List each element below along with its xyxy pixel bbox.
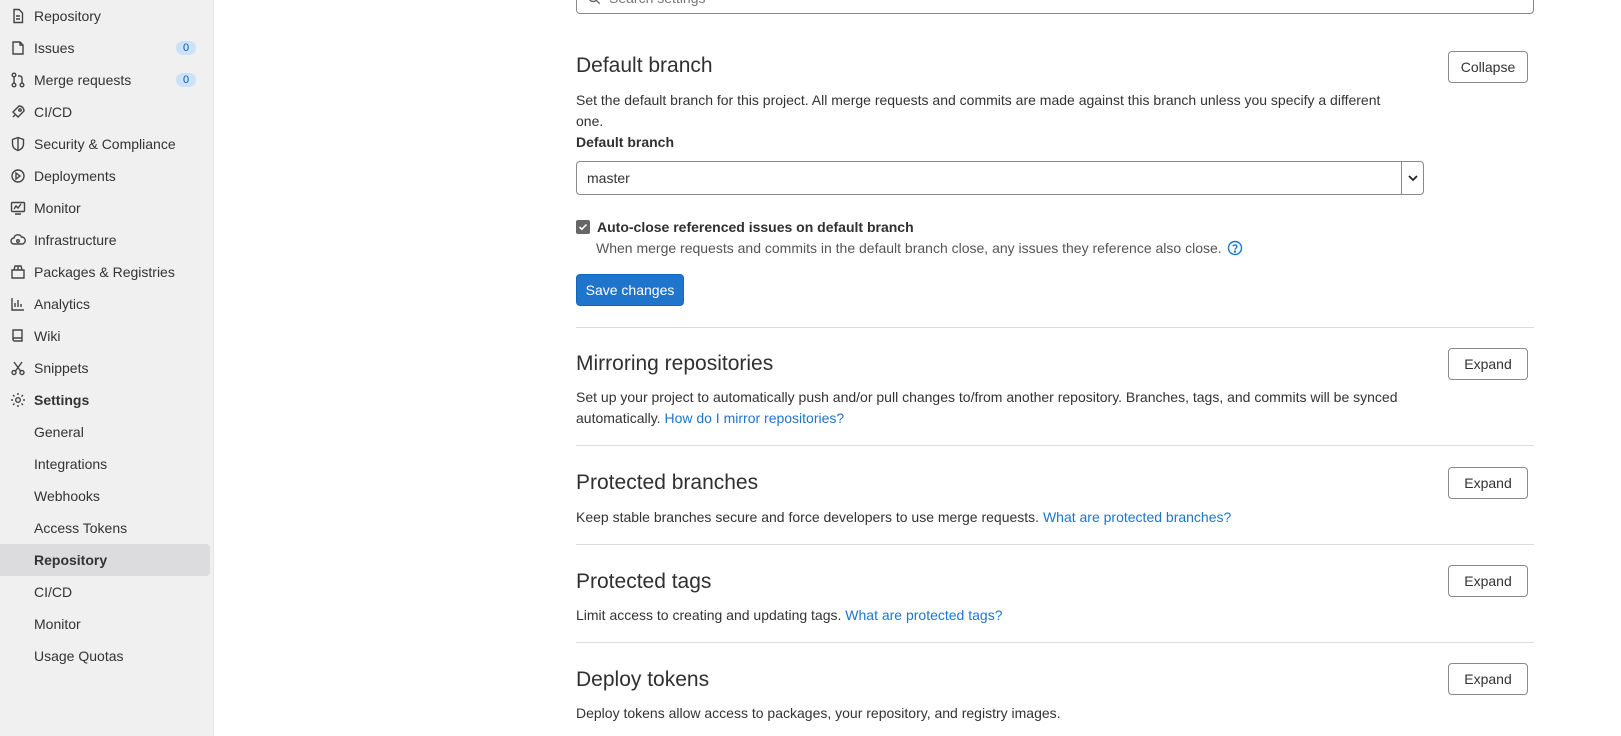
sidebar-subitem-cicd[interactable]: CI/CD — [0, 576, 210, 608]
sidebar-subitem-label: Access Tokens — [34, 520, 128, 536]
section-title-default-branch: Default branch — [576, 54, 713, 77]
sidebar-item-label: Repository — [34, 8, 101, 24]
sidebar-item-monitor[interactable]: Monitor — [0, 192, 210, 224]
section-desc-deploy-tokens: Deploy tokens allow access to packages, … — [576, 705, 1061, 721]
sidebar-item-analytics[interactable]: Analytics — [0, 288, 210, 320]
sidebar-subitem-general[interactable]: General — [0, 416, 210, 448]
chevron-down-icon — [1401, 162, 1423, 194]
section-divider — [576, 327, 1534, 328]
scissors-icon — [10, 360, 26, 376]
auto-close-checkbox-label: Auto-close referenced issues on default … — [597, 219, 914, 235]
sidebar-subitem-repository[interactable]: Repository — [0, 544, 210, 576]
section-divider — [576, 544, 1534, 545]
save-changes-button[interactable]: Save changes — [576, 274, 684, 306]
sidebar-item-label: Issues — [34, 40, 75, 56]
sidebar-subitem-label: CI/CD — [34, 584, 73, 600]
sidebar-subitem-label: Webhooks — [34, 488, 100, 504]
sidebar-item-label: Monitor — [34, 200, 81, 216]
question-circle-icon[interactable] — [1227, 240, 1243, 256]
sidebar-item-wiki[interactable]: Wiki — [0, 320, 210, 352]
sidebar-subitem-label: Monitor — [34, 616, 81, 632]
sidebar-item-label: Deployments — [34, 168, 116, 184]
book-icon — [10, 328, 26, 344]
sidebar-subitem-label: Repository — [34, 552, 108, 568]
mirroring-help-link[interactable]: How do I mirror repositories? — [664, 410, 844, 426]
section-title-protected-tags: Protected tags — [576, 570, 712, 593]
sidebar-item-repository[interactable]: Repository — [0, 0, 210, 32]
section-divider — [576, 445, 1534, 446]
protected-tags-help-link[interactable]: What are protected tags? — [845, 607, 1002, 623]
sidebar: Repository Issues 0 Merge requests 0 CI/… — [0, 0, 214, 736]
auto-close-help-text: When merge requests and commits in the d… — [596, 240, 1222, 256]
package-icon — [10, 264, 26, 280]
section-divider — [576, 642, 1534, 643]
sidebar-item-label: CI/CD — [34, 104, 73, 120]
expand-protected-branches-button[interactable]: Expand — [1448, 467, 1528, 499]
merge-request-icon — [10, 72, 26, 88]
sidebar-item-label: Packages & Registries — [34, 264, 175, 280]
protected-branches-help-link[interactable]: What are protected branches? — [1043, 509, 1231, 525]
protected-branches-desc: Keep stable branches secure and force de… — [576, 509, 1040, 525]
sidebar-item-merge-requests[interactable]: Merge requests 0 — [0, 64, 210, 96]
sidebar-item-settings[interactable]: Settings — [0, 384, 210, 416]
shield-icon — [10, 136, 26, 152]
section-title-deploy-tokens: Deploy tokens — [576, 668, 710, 691]
merge-requests-count-badge: 0 — [176, 73, 196, 87]
sidebar-item-issues[interactable]: Issues 0 — [0, 32, 210, 64]
sidebar-item-label: Analytics — [34, 296, 91, 312]
doc-icon — [10, 8, 26, 24]
auto-close-help-text-row: When merge requests and commits in the d… — [596, 240, 1243, 256]
sidebar-subitem-webhooks[interactable]: Webhooks — [0, 480, 210, 512]
auto-close-checkbox[interactable] — [576, 220, 590, 234]
collapse-default-branch-button[interactable]: Collapse — [1448, 51, 1528, 83]
protected-tags-desc: Limit access to creating and updating ta… — [576, 607, 842, 623]
expand-protected-tags-button[interactable]: Expand — [1448, 565, 1528, 597]
sidebar-item-infrastructure[interactable]: Infrastructure — [0, 224, 210, 256]
sidebar-item-label: Merge requests — [34, 72, 132, 88]
default-branch-field-label: Default branch — [576, 134, 675, 150]
chart-icon — [10, 296, 26, 312]
section-title-protected-branches: Protected branches — [576, 471, 759, 494]
issues-icon — [10, 40, 26, 56]
sidebar-subitem-access-tokens[interactable]: Access Tokens — [0, 512, 210, 544]
sidebar-item-label: Security & Compliance — [34, 136, 176, 152]
search-icon — [587, 0, 601, 5]
search-settings-box[interactable] — [576, 0, 1534, 14]
sidebar-item-snippets[interactable]: Snippets — [0, 352, 210, 384]
section-title-mirroring: Mirroring repositories — [576, 352, 774, 375]
expand-mirroring-button[interactable]: Expand — [1448, 348, 1528, 380]
sidebar-item-label: Settings — [34, 392, 90, 408]
gear-icon — [10, 392, 26, 408]
sidebar-subitem-monitor[interactable]: Monitor — [0, 608, 210, 640]
sidebar-item-label: Infrastructure — [34, 232, 117, 248]
default-branch-selected-value: master — [587, 170, 630, 186]
section-desc-mirroring: Set up your project to automatically pus… — [576, 387, 1406, 429]
sidebar-subitem-label: Usage Quotas — [34, 648, 124, 664]
monitor-icon — [10, 200, 26, 216]
mirroring-desc-line1: Set up your project to automatically pus… — [576, 389, 1398, 405]
sidebar-item-label: Snippets — [34, 360, 89, 376]
sidebar-subitem-integrations[interactable]: Integrations — [0, 448, 210, 480]
sidebar-item-deployments[interactable]: Deployments — [0, 160, 210, 192]
sidebar-subitem-label: General — [34, 424, 84, 440]
section-desc-default-branch: Set the default branch for this project.… — [576, 92, 1381, 129]
sidebar-item-label: Wiki — [34, 328, 61, 344]
rocket-icon — [10, 104, 26, 120]
section-desc-protected-tags: Limit access to creating and updating ta… — [576, 605, 1406, 626]
sidebar-item-security[interactable]: Security & Compliance — [0, 128, 210, 160]
sidebar-subitem-label: Integrations — [34, 456, 108, 472]
auto-close-checkbox-row: Auto-close referenced issues on default … — [576, 219, 914, 235]
mirroring-desc-line2: automatically. — [576, 410, 661, 426]
cloud-icon — [10, 232, 26, 248]
default-branch-select[interactable]: master — [576, 161, 1424, 195]
sidebar-item-packages[interactable]: Packages & Registries — [0, 256, 210, 288]
issues-count-badge: 0 — [176, 41, 196, 55]
section-desc-protected-branches: Keep stable branches secure and force de… — [576, 507, 1406, 528]
deployments-icon — [10, 168, 26, 184]
expand-deploy-tokens-button[interactable]: Expand — [1448, 663, 1528, 695]
sidebar-subitem-usage-quotas[interactable]: Usage Quotas — [0, 640, 210, 672]
sidebar-item-cicd[interactable]: CI/CD — [0, 96, 210, 128]
search-settings-input[interactable] — [607, 0, 1407, 7]
